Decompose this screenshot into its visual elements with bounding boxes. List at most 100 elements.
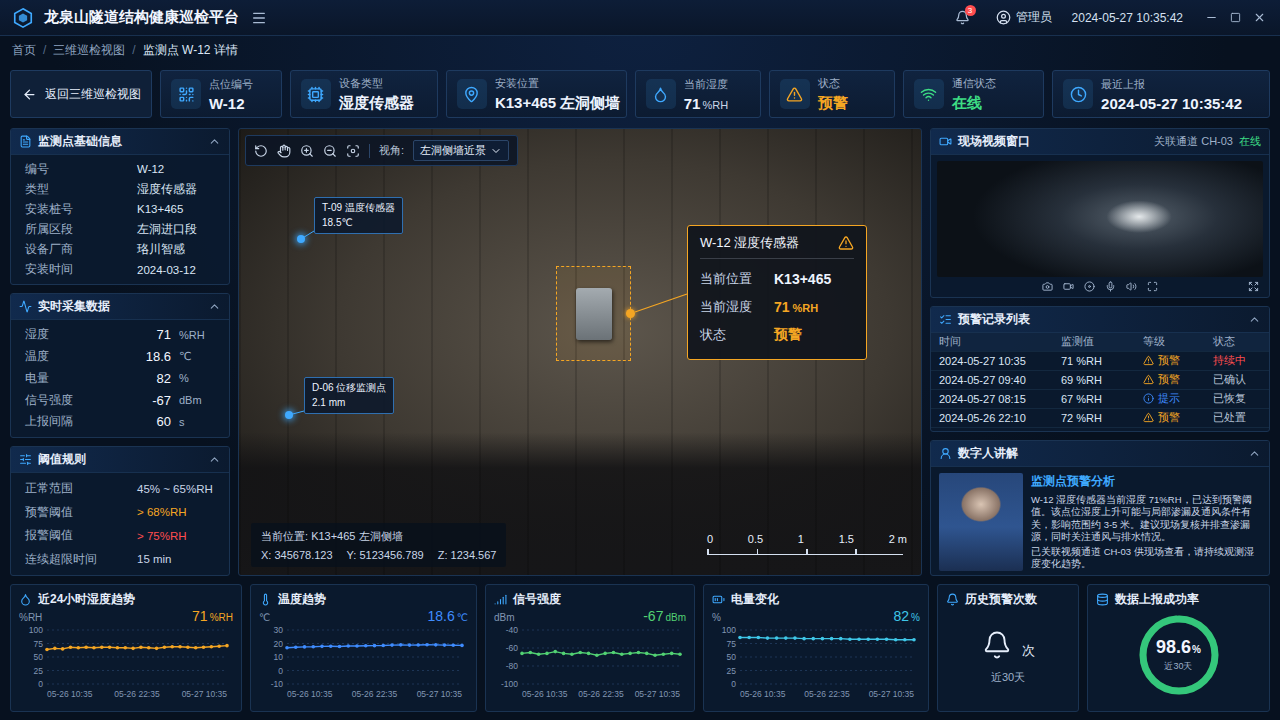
document-icon [19,135,32,148]
data-point [678,653,682,657]
alert-row[interactable]: 2024-05-27 08:1567 %RH提示已恢复 [931,390,1269,409]
mic-icon[interactable] [1105,281,1116,292]
maximize-icon [1230,12,1241,23]
marker-pin[interactable] [285,411,293,419]
alert-row[interactable]: 2024-05-26 22:1072 %RH预警已处置 [931,409,1269,428]
grid-line [47,684,227,685]
data-point [595,653,599,657]
data-row: 电量82% [11,368,229,388]
close-button[interactable] [1251,9,1268,26]
data-point [364,644,368,648]
threshold-row: 报警阈值> 75%RH [11,526,229,546]
collapse-toggle[interactable] [1248,447,1261,460]
summary-card: 设备类型湿度传感器 [290,70,438,118]
data-point [628,652,632,656]
toolbar-divider [369,144,370,158]
data-point [545,652,549,656]
zoom-out-icon[interactable] [323,144,337,158]
summary-card: 安装位置K13+465 左洞侧墙 [446,70,627,118]
data-point [338,645,342,649]
donut-track [1143,619,1215,691]
selected-sensor[interactable] [556,266,631,361]
chart-title: 电量变化 [731,591,779,608]
analysis-text: 已关联视频通道 CH-03 供现场查看，请持续观测湿度变化趋势。 [1031,546,1261,571]
grid-line [287,630,462,631]
x-tick: 05-27 10:35 [417,689,463,699]
threshold-panel: 阈值规则正常范围45% ~ 65%RH预警阈值> 68%RH报警阈值> 75%R… [10,446,230,576]
column-header: 状态 [1213,334,1261,349]
breadcrumb-item[interactable]: 三维巡检视图 [53,42,125,59]
volume-icon[interactable] [1126,281,1137,292]
scale-tick: 2 m [889,533,907,545]
zoom-in-icon[interactable] [300,144,314,158]
back-button[interactable]: 返回三维巡检视图 [10,70,152,118]
digital-human-panel: 数字人讲解监测点预警分析W-12 湿度传感器当前湿度 71%RH，已达到预警阈值… [930,440,1270,576]
coordinate: X: 345678.123 [261,549,333,561]
data-point [77,646,81,650]
minimize-button[interactable] [1203,9,1220,26]
view-select[interactable]: 左洞侧墙近景 [413,140,509,161]
maximize-button[interactable] [1228,10,1243,25]
info-row: 编号W-12 [11,159,229,179]
collapse-toggle[interactable] [208,300,221,313]
collapse-toggle[interactable] [1248,313,1261,326]
threshold-row: 正常范围45% ~ 65%RH [11,479,229,499]
x-tick: 05-27 10:35 [635,689,681,699]
notification-badge: 3 [965,5,976,16]
panel-title: 实时采集数据 [38,298,202,315]
scene-view[interactable]: 视角:左洞侧墙近景T-09 温度传感器18.5℃D-06 位移监测点2.1 mm… [238,128,922,576]
user-menu[interactable]: 管理员 [996,9,1052,26]
rate-period: 近30天 [1164,660,1192,673]
expand-icon[interactable] [1248,281,1259,292]
info-row: 安装时间2024-03-12 [11,260,229,280]
camera-icon[interactable] [1042,281,1053,292]
collapse-toggle[interactable] [208,135,221,148]
data-point [186,645,190,649]
droplet-icon [19,593,32,606]
anchor-dot [626,309,635,318]
x-tick: 05-26 22:35 [352,689,398,699]
pan-icon[interactable] [277,144,291,158]
rotate-icon[interactable] [254,144,268,158]
chart-reading: 71%RH [192,608,233,624]
warning-icon [1143,412,1154,423]
summary-card: 点位编号W-12 [160,70,282,118]
chart-card: 温度趋势℃18.6℃3020100-1005-26 10:3505-26 22:… [250,584,477,712]
rate-value: 98.6% [1156,637,1201,658]
data-point [912,638,916,642]
marker-pin[interactable] [297,235,305,243]
realtime-panel: 实时采集数据湿度71%RH温度18.6℃电量82%信号强度-67dBm上报间隔6… [10,293,230,438]
data-point [147,646,151,650]
data-point [670,652,674,656]
record-icon[interactable] [1063,281,1074,292]
scale-tick: 1.5 [839,533,854,545]
user-name: 管理员 [1016,9,1052,26]
sliders-icon [19,453,32,466]
notification-button[interactable]: 3 [953,8,972,27]
alert-row[interactable]: 2024-05-27 10:3571 %RH预警持续中 [931,352,1269,371]
data-row: 上报间隔60s [11,412,229,432]
fullscreen-icon[interactable] [1147,281,1158,292]
y-tick: 100 [29,625,43,635]
focus-icon[interactable] [346,144,360,158]
data-point [178,645,182,649]
alert-list-panel: 预警记录列表时间监测值等级状态2024-05-27 10:3571 %RH预警持… [930,306,1270,432]
disc-icon[interactable] [1084,281,1095,292]
chart-reading: -67dBm [643,608,686,624]
breadcrumb-item[interactable]: 监测点 W-12 详情 [143,42,238,59]
data-point [320,645,324,649]
data-point [553,650,557,654]
chart-reading: 18.6℃ [428,608,468,624]
y-tick: -40 [506,625,519,635]
marker-label[interactable]: D-06 位移监测点2.1 mm [304,377,394,414]
data-point [766,636,770,640]
data-point [217,644,221,648]
data-point [821,637,825,641]
collapse-toggle[interactable] [208,453,221,466]
breadcrumb-item[interactable]: 首页 [12,42,36,59]
marker-label[interactable]: T-09 温度传感器18.5℃ [314,197,403,234]
alert-row[interactable]: 2024-05-27 09:4069 %RH预警已确认 [931,371,1269,390]
y-tick: 0 [278,666,283,676]
menu-button[interactable] [249,8,269,28]
grid-line [47,630,227,631]
